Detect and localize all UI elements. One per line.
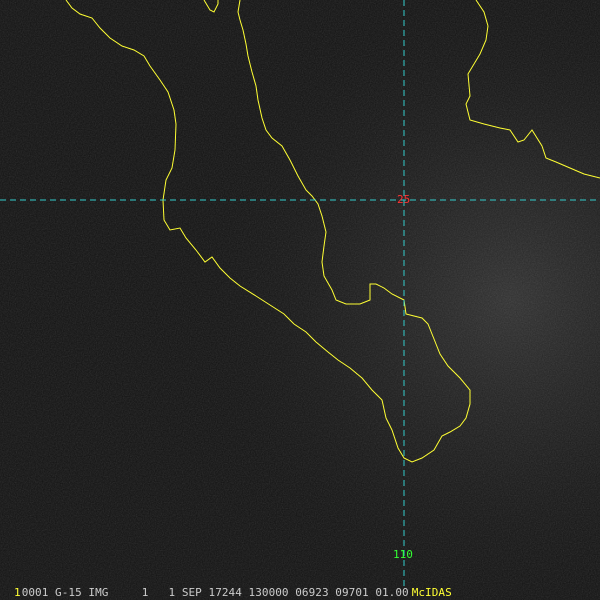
system-name: McIDAS — [411, 586, 452, 599]
status-bar: 10001 G-15 IMG 1 1 SEP 17244 130000 0692… — [0, 585, 600, 600]
longitude-label: 110 — [393, 548, 413, 561]
latitude-label: 25 — [397, 193, 411, 206]
image-noise — [0, 0, 600, 600]
frame-number: 1 — [14, 586, 21, 599]
satellite-image-map — [0, 0, 600, 600]
frame-info: 0001 G-15 IMG 1 1 SEP 17244 130000 06923… — [21, 586, 409, 599]
